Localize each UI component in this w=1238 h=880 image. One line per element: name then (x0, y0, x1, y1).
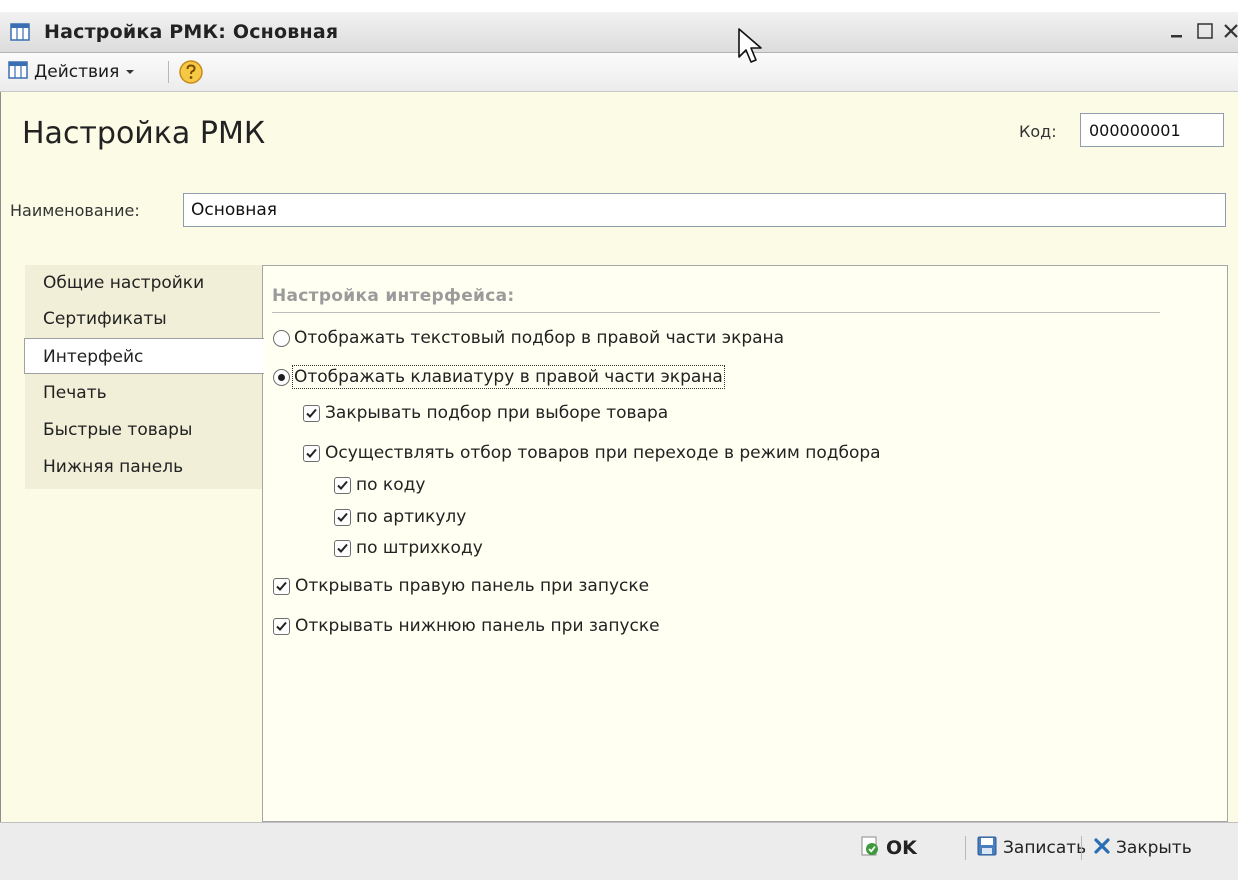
actions-menu-button[interactable]: Действия (8, 59, 135, 85)
chevron-down-icon (125, 62, 135, 82)
radio-button[interactable] (273, 329, 290, 347)
checkbox-by-article[interactable]: по артикулу (334, 507, 466, 527)
check-icon[interactable] (334, 508, 351, 526)
settings-tabs: Общие настройки Сертификаты Интерфейс Пе… (24, 265, 264, 489)
tab-quick-goods[interactable]: Быстрые товары (25, 412, 262, 448)
window-title: Настройка РМК: Основная (44, 21, 339, 43)
close-icon[interactable] (1216, 16, 1238, 46)
check-icon[interactable] (303, 404, 320, 422)
checkbox-filter-goods-label: Осуществлять отбор товаров при переходе … (325, 443, 881, 463)
checkbox-open-right-panel-label: Открывать правую панель при запуске (295, 576, 650, 596)
checkbox-open-bottom-panel-label: Открывать нижнюю панель при запуске (295, 616, 660, 636)
checkbox-by-code[interactable]: по коду (334, 475, 425, 495)
ok-label: OK (886, 837, 917, 859)
section-divider (272, 312, 1160, 313)
check-icon[interactable] (334, 539, 351, 557)
checkbox-by-article-label: по артикулу (356, 507, 467, 527)
checkbox-by-barcode-label: по штрихкоду (356, 538, 483, 558)
check-icon[interactable] (334, 476, 351, 494)
check-icon[interactable] (273, 577, 290, 595)
tab-certificates[interactable]: Сертификаты (25, 301, 262, 337)
checkbox-open-bottom-panel[interactable]: Открывать нижнюю панель при запуске (273, 616, 660, 636)
floppy-disk-icon (977, 836, 997, 861)
top-strip (0, 0, 1238, 12)
name-field[interactable] (183, 193, 1226, 227)
mouse-cursor-icon (737, 27, 765, 71)
table-icon (10, 22, 30, 42)
minimize-icon[interactable] (1162, 16, 1192, 46)
check-icon[interactable] (273, 617, 290, 635)
bottom-separator (1081, 836, 1082, 860)
ok-button[interactable]: OK (860, 834, 917, 862)
tab-bottom-panel[interactable]: Нижняя панель (25, 449, 262, 485)
toolbar: Действия (0, 53, 1238, 92)
checkbox-by-code-label: по коду (356, 475, 426, 495)
actions-label: Действия (34, 62, 120, 82)
checkbox-close-selection-label: Закрывать подбор при выборе товара (325, 403, 669, 423)
tab-print[interactable]: Печать (25, 375, 262, 411)
form-heading: Настройка РМК (22, 116, 266, 151)
radio-keyboard[interactable]: Отображать клавиатуру в правой части экр… (273, 365, 725, 389)
radio-text-selection[interactable]: Отображать текстовый подбор в правой час… (273, 328, 784, 348)
section-title: Настройка интерфейса: (272, 286, 515, 306)
checkbox-close-selection[interactable]: Закрывать подбор при выборе товара (303, 403, 668, 423)
save-button[interactable]: Записать (977, 834, 1086, 862)
save-label: Записать (1003, 838, 1087, 858)
name-label: Наименование: (10, 201, 140, 220)
tab-interface[interactable]: Интерфейс (24, 338, 264, 374)
close-button[interactable]: Закрыть (1094, 834, 1192, 862)
checkbox-by-barcode[interactable]: по штрихкоду (334, 538, 483, 558)
check-icon[interactable] (303, 444, 320, 462)
checkbox-filter-goods[interactable]: Осуществлять отбор товаров при переходе … (303, 443, 881, 463)
title-bar[interactable]: Настройка РМК: Основная (0, 12, 1238, 53)
toolbar-separator (168, 61, 169, 83)
bottom-separator (965, 836, 966, 860)
close-label: Закрыть (1116, 838, 1192, 858)
checkbox-open-right-panel[interactable]: Открывать правую панель при запуске (273, 576, 649, 596)
ok-icon (860, 836, 880, 861)
cross-icon (1094, 837, 1110, 859)
radio-keyboard-label: Отображать клавиатуру в правой части экр… (292, 365, 725, 389)
code-field[interactable] (1080, 113, 1224, 147)
radio-button-selected[interactable] (273, 368, 290, 386)
code-label: Код: (1019, 122, 1057, 141)
help-icon[interactable] (178, 59, 204, 85)
radio-text-selection-label: Отображать текстовый подбор в правой час… (294, 328, 785, 348)
table-icon (8, 60, 28, 85)
tab-general[interactable]: Общие настройки (25, 265, 262, 301)
